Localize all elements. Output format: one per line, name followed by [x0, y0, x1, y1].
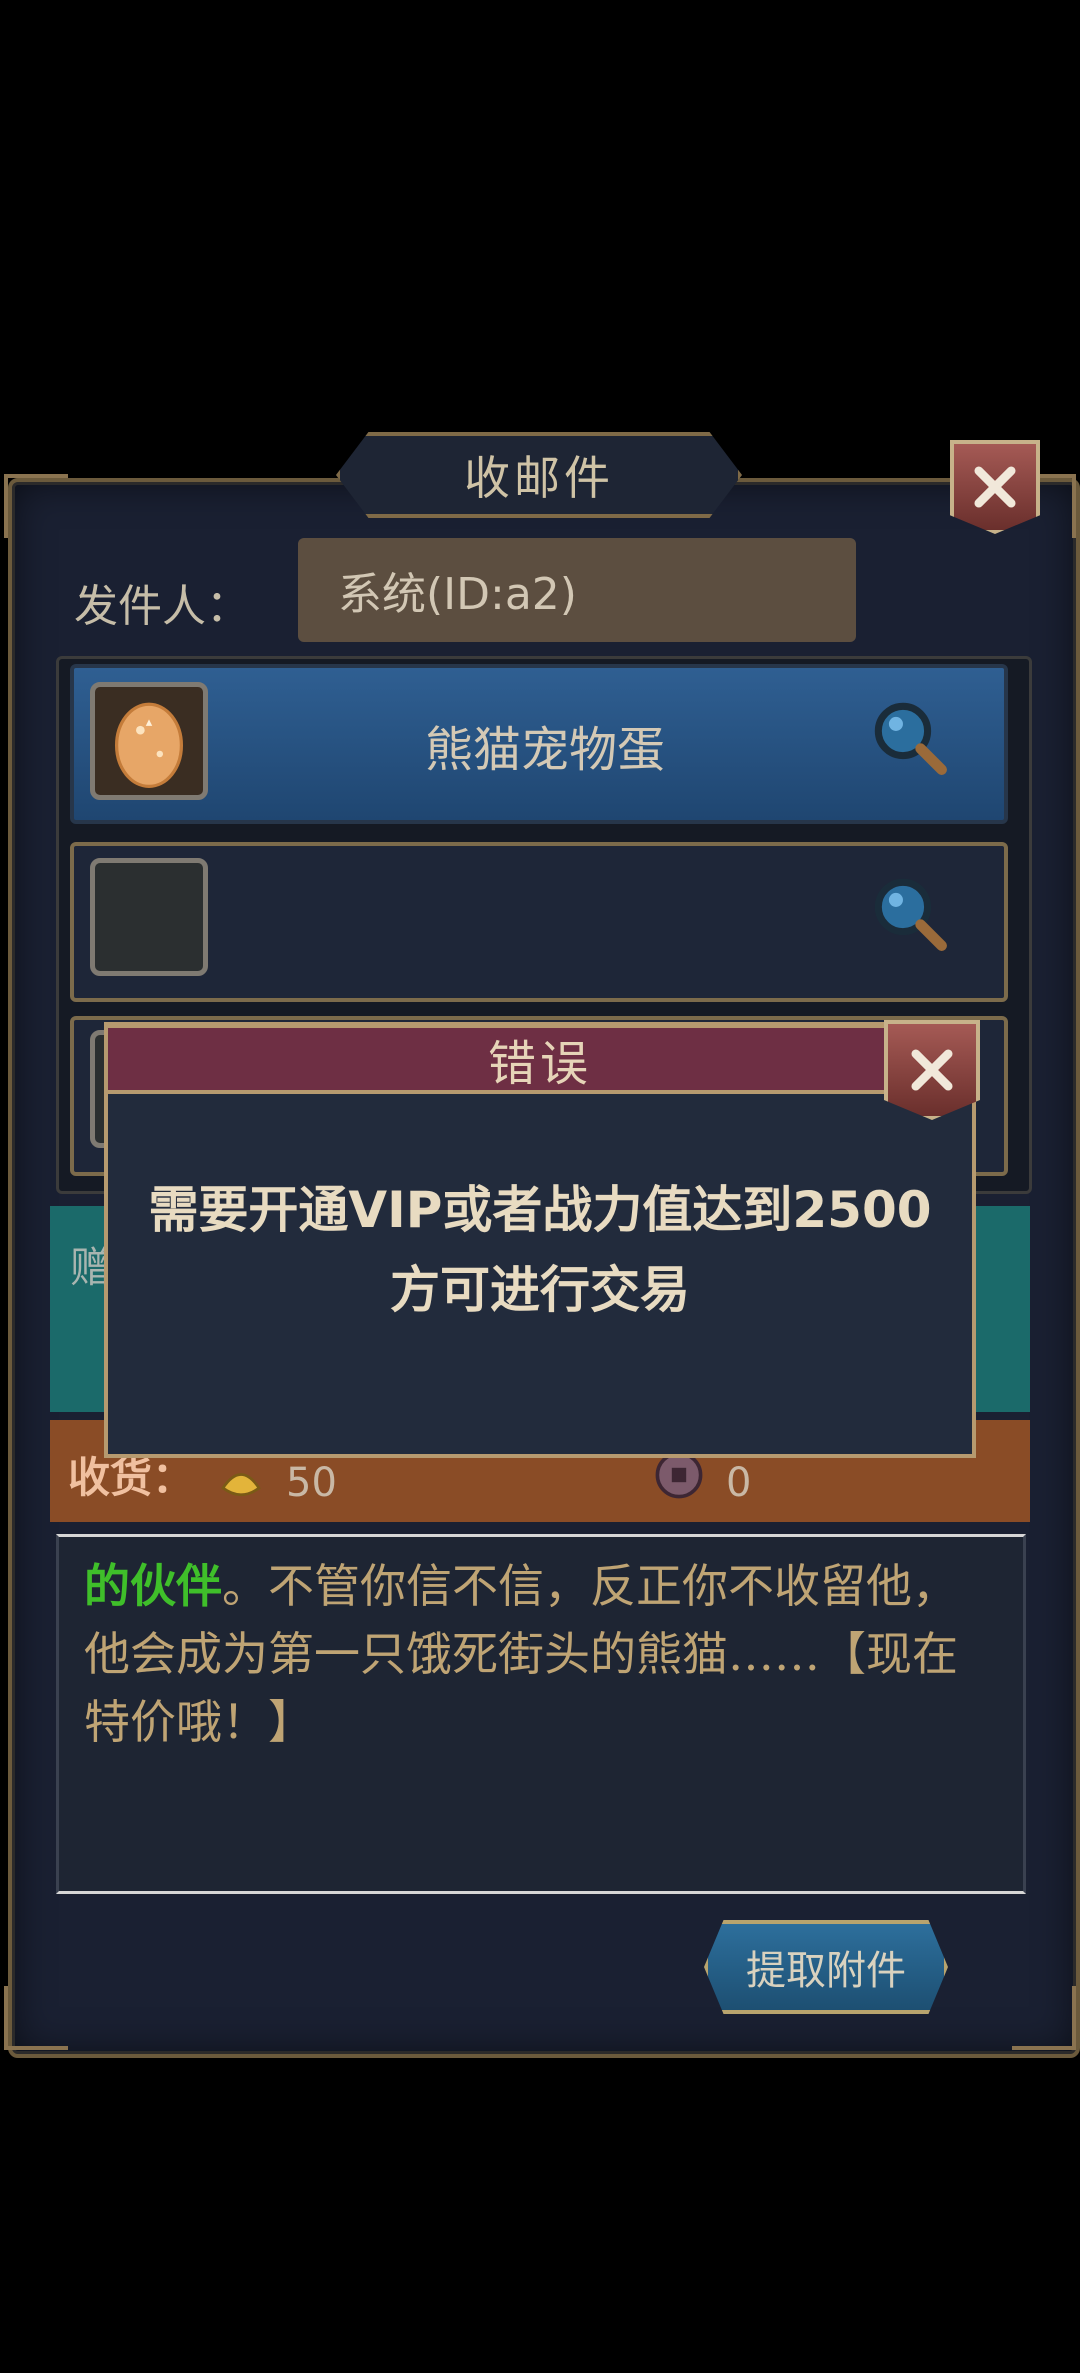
- close-icon: [974, 466, 1016, 508]
- dialog-message: 需要开通VIP或者战力值达到2500 方可进行交易: [104, 1170, 976, 1330]
- item-slot-2[interactable]: [90, 858, 208, 976]
- egg-icon: [114, 702, 184, 788]
- panel-corner-decoration: [4, 474, 68, 538]
- sender-label: 发件人：: [74, 581, 250, 632]
- close-button[interactable]: [950, 440, 1040, 534]
- item-name-1: 熊猫宠物蛋: [424, 722, 665, 778]
- close-icon: [911, 1049, 953, 1091]
- item-slot-1[interactable]: [90, 682, 208, 800]
- panel-corner-decoration: [1012, 1986, 1076, 2050]
- panel-corner-decoration: [4, 1986, 68, 2050]
- claim-attachment-button[interactable]: 提取附件: [704, 1920, 948, 2014]
- dialog-message-line-1: 需要开通VIP或者战力值达到2500: [148, 1181, 932, 1239]
- description-highlight: 的伙伴: [84, 1559, 222, 1613]
- dialog-message-line-2: 方可进行交易: [390, 1261, 690, 1319]
- window-title: 收邮件: [336, 432, 742, 518]
- description-text: 的伙伴。不管你信不信，反正你不收留他，他会成为第一只饿死街头的熊猫……【现在特价…: [84, 1552, 984, 1756]
- dialog-close-button[interactable]: [884, 1020, 980, 1120]
- sender-field: 系统(ID:a2): [298, 538, 856, 642]
- dialog-title: 错误: [104, 1024, 976, 1094]
- gold-icon: [221, 1473, 261, 1497]
- magnifier-icon[interactable]: [866, 870, 954, 958]
- magnifier-icon[interactable]: [866, 694, 954, 782]
- receive-gold-value: 50: [286, 1460, 337, 1506]
- receive-coin-value: 0: [726, 1460, 752, 1506]
